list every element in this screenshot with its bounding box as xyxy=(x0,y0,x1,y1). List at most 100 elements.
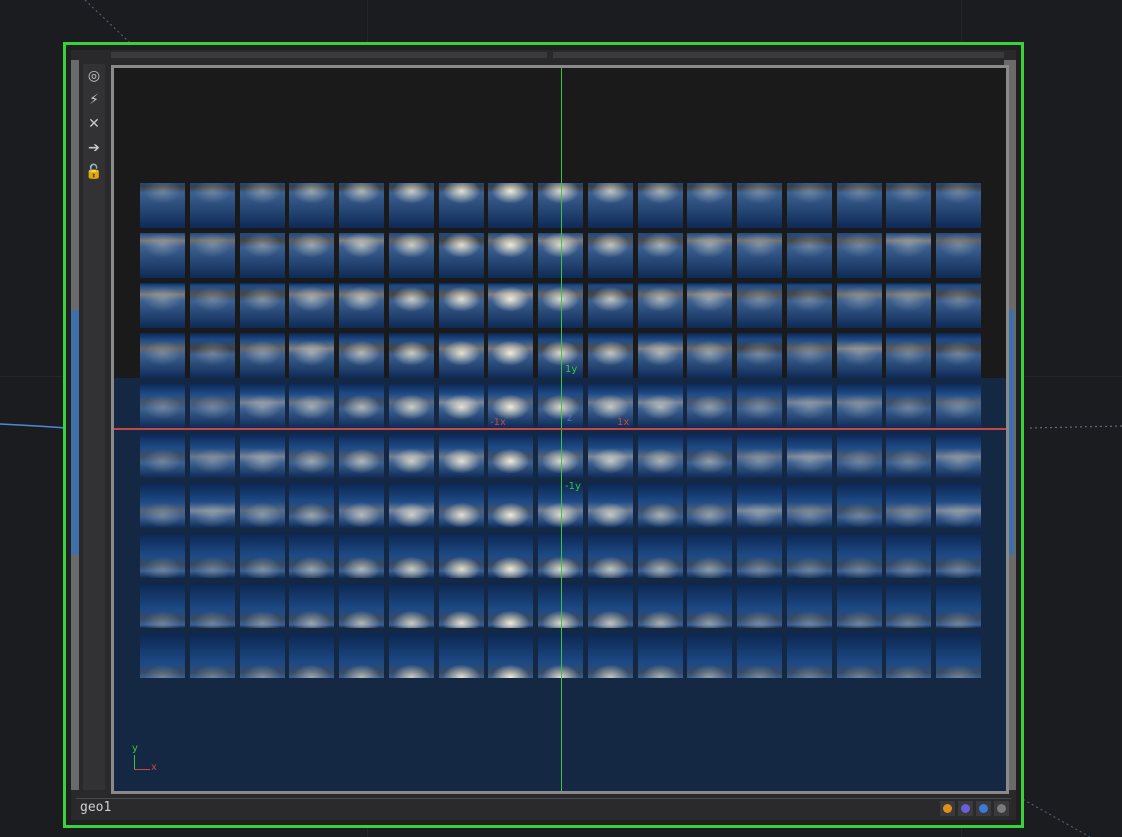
sky-tile xyxy=(836,383,882,428)
sky-tile xyxy=(836,333,882,378)
sky-tile xyxy=(239,583,285,628)
sky-tile xyxy=(786,233,832,278)
sky-tile xyxy=(786,283,832,328)
top-tab xyxy=(553,52,1004,58)
sky-tile xyxy=(488,433,534,478)
close-icon[interactable]: ✕ xyxy=(83,112,105,136)
sky-tile xyxy=(289,233,335,278)
arrow-right-icon[interactable]: ➔ xyxy=(83,136,105,160)
sky-tile xyxy=(388,633,434,678)
sky-tile xyxy=(687,183,733,228)
sky-tile xyxy=(239,433,285,478)
sky-tile xyxy=(339,533,384,578)
sky-tile xyxy=(687,333,733,378)
sky-tile xyxy=(140,183,185,228)
sky-tile xyxy=(438,633,484,678)
sky-tile xyxy=(587,183,633,228)
sky-tile xyxy=(438,533,484,578)
sky-tile xyxy=(886,183,932,228)
geometry-node[interactable]: ◎ ⚡ ✕ ➔ 🔓 1y -1x 1x z -1y y x geo1 xyxy=(63,42,1024,828)
sky-tile xyxy=(886,633,932,678)
sky-tile xyxy=(289,633,335,678)
sky-tile xyxy=(786,383,832,428)
sky-tile xyxy=(339,283,384,328)
gizmo-x-label: x xyxy=(151,762,157,773)
sky-tile xyxy=(488,483,534,528)
sky-tile xyxy=(936,533,981,578)
sky-tile xyxy=(687,533,733,578)
flag-dot xyxy=(997,804,1006,813)
sky-tile xyxy=(687,483,733,528)
sky-tile xyxy=(886,583,932,628)
sky-tile xyxy=(239,483,285,528)
sky-tile xyxy=(786,433,832,478)
lock-icon[interactable]: 🔓 xyxy=(83,160,105,184)
sky-tile xyxy=(289,533,335,578)
sky-tile xyxy=(637,633,683,678)
sky-tile xyxy=(737,483,782,528)
input-connector[interactable] xyxy=(71,310,79,555)
sky-tile xyxy=(388,333,434,378)
node-flags xyxy=(940,801,1009,816)
sky-tile xyxy=(587,233,633,278)
sky-tile xyxy=(886,533,932,578)
node-name[interactable]: geo1 xyxy=(80,800,111,815)
sky-tile xyxy=(339,333,384,378)
axis-label-x-left: -1x xyxy=(490,417,506,428)
sky-tile xyxy=(339,383,384,428)
sky-tile xyxy=(687,233,733,278)
sky-tile xyxy=(140,433,185,478)
gizmo-y-line xyxy=(134,755,135,769)
sky-tile xyxy=(637,433,683,478)
3d-viewport[interactable]: 1y -1x 1x z -1y y x xyxy=(111,65,1009,794)
sky-tile xyxy=(936,483,981,528)
sky-tile xyxy=(936,433,981,478)
sky-tile xyxy=(488,333,534,378)
sky-tile xyxy=(289,283,335,328)
sky-tile xyxy=(239,383,285,428)
axis-label-z: z xyxy=(567,413,573,424)
sky-tile xyxy=(737,533,782,578)
top-tabs xyxy=(111,52,1004,58)
sky-tile xyxy=(189,483,235,528)
sky-tile xyxy=(587,433,633,478)
sky-tile xyxy=(587,583,633,628)
sky-tile xyxy=(687,583,733,628)
sky-tile xyxy=(637,233,683,278)
sky-tile xyxy=(189,633,235,678)
sky-tile xyxy=(289,483,335,528)
sky-tile xyxy=(388,283,434,328)
sky-tile xyxy=(388,383,434,428)
sky-tile xyxy=(438,233,484,278)
sky-tile xyxy=(587,533,633,578)
wire-icon[interactable]: ⚡ xyxy=(83,88,105,112)
sky-tile xyxy=(289,583,335,628)
sky-tile xyxy=(637,533,683,578)
sky-tile xyxy=(438,183,484,228)
sky-tile xyxy=(488,233,534,278)
flag-dot xyxy=(979,804,988,813)
bypass-flag-icon[interactable] xyxy=(940,801,955,816)
sky-tile xyxy=(438,583,484,628)
sky-tile xyxy=(438,333,484,378)
sky-tile xyxy=(836,533,882,578)
render-flag-icon[interactable] xyxy=(976,801,991,816)
sky-tile xyxy=(388,583,434,628)
target-icon[interactable]: ◎ xyxy=(83,64,105,88)
sky-tile xyxy=(886,483,932,528)
sky-tile xyxy=(786,583,832,628)
sky-tile xyxy=(140,333,185,378)
sky-tile xyxy=(936,633,981,678)
sky-tile xyxy=(836,483,882,528)
viewer-toolbar: ◎ ⚡ ✕ ➔ 🔓 xyxy=(83,64,105,790)
sky-tile xyxy=(587,333,633,378)
input-connector-rail[interactable] xyxy=(71,60,79,790)
sky-tile xyxy=(339,583,384,628)
sky-tile xyxy=(339,633,384,678)
sky-tile xyxy=(239,183,285,228)
pin-flag-icon[interactable] xyxy=(994,801,1009,816)
sky-tile xyxy=(189,533,235,578)
sky-tile xyxy=(140,583,185,628)
display-flag-icon[interactable] xyxy=(958,801,973,816)
sky-tile xyxy=(737,283,782,328)
